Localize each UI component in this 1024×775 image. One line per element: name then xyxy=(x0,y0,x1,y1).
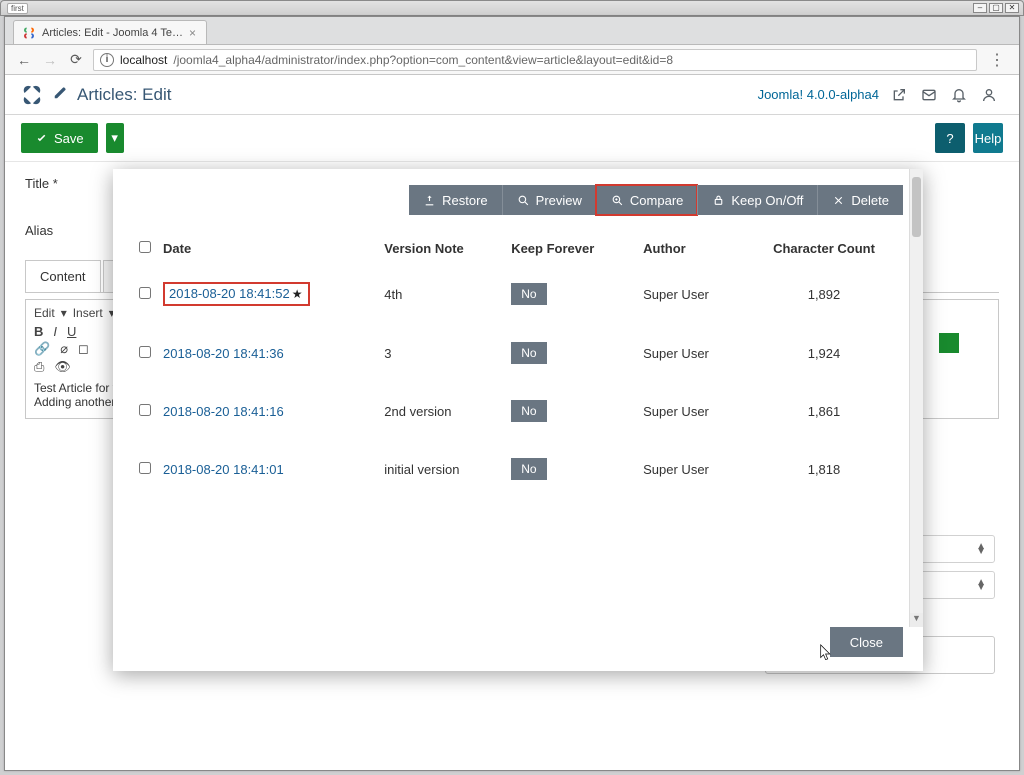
help-button[interactable]: Help xyxy=(973,123,1003,153)
star-icon: ★ xyxy=(292,287,303,301)
print-icon[interactable]: ⎙ xyxy=(34,359,44,375)
table-row: 2018-08-20 18:41:36 3 No Super User 1,92… xyxy=(133,324,903,382)
restore-button[interactable]: Restore xyxy=(409,185,502,215)
preview-button[interactable]: Preview xyxy=(502,185,596,215)
nav-back-button[interactable]: ← xyxy=(15,51,33,69)
version-date-link[interactable]: 2018-08-20 18:41:52 xyxy=(169,286,290,301)
editor-menu-insert[interactable]: Insert xyxy=(73,306,103,320)
delete-button[interactable]: Delete xyxy=(817,185,903,215)
user-icon[interactable] xyxy=(979,85,999,105)
version-author: Super User xyxy=(637,440,745,498)
bell-icon[interactable] xyxy=(949,85,969,105)
version-date-link[interactable]: 2018-08-20 18:41:01 xyxy=(163,462,284,477)
keep-onoff-button[interactable]: Keep On/Off xyxy=(697,185,817,215)
row-checkbox[interactable] xyxy=(139,346,151,358)
partial-green-button[interactable] xyxy=(939,333,959,353)
select-all-checkbox[interactable] xyxy=(139,241,151,253)
unlink-icon[interactable]: ⌀ xyxy=(60,341,68,357)
browser-tab-title: Articles: Edit - Joomla 4 Te… xyxy=(42,27,183,39)
keep-toggle-button[interactable]: No xyxy=(511,400,546,422)
preview-icon[interactable]: 👁 xyxy=(54,359,71,375)
row-checkbox[interactable] xyxy=(139,404,151,416)
char-count: 1,861 xyxy=(745,382,903,440)
os-minimize-button[interactable]: – xyxy=(973,3,987,13)
scroll-thumb[interactable] xyxy=(912,177,921,237)
keep-toggle-button[interactable]: No xyxy=(511,283,546,305)
table-row: 2018-08-20 18:41:52★ 4th No Super User 1… xyxy=(133,264,903,324)
compare-button[interactable]: Compare xyxy=(596,185,697,215)
brand-link[interactable]: Joomla! 4.0.0-alpha4 xyxy=(758,87,879,102)
modal-toolbar: Restore Preview Compare Keep On/Off Dele… xyxy=(133,185,903,215)
page-title: Articles: Edit xyxy=(77,85,171,105)
browser-window: Articles: Edit - Joomla 4 Te… × ← → ⟳ i … xyxy=(4,16,1020,771)
keep-toggle-button[interactable]: No xyxy=(511,458,546,480)
site-info-icon[interactable]: i xyxy=(100,53,114,67)
version-note: initial version xyxy=(378,440,505,498)
underline-icon[interactable]: U xyxy=(67,324,76,339)
version-date-link[interactable]: 2018-08-20 18:41:16 xyxy=(163,404,284,419)
save-dropdown-button[interactable]: ▾ xyxy=(106,123,124,153)
browser-addressbar: ← → ⟳ i localhost /joomla4_alpha4/admini… xyxy=(5,45,1019,75)
browser-menu-icon[interactable]: ⋮ xyxy=(985,50,1009,70)
save-label: Save xyxy=(54,131,84,146)
version-note: 2nd version xyxy=(378,382,505,440)
question-icon: ? xyxy=(946,131,953,146)
close-button[interactable]: Close xyxy=(830,627,903,657)
joomla-logo-icon xyxy=(21,84,43,106)
admin-topbar: Articles: Edit Joomla! 4.0.0-alpha4 xyxy=(5,75,1019,115)
mouse-cursor-icon xyxy=(820,644,834,664)
help-label: Help xyxy=(975,131,1002,146)
version-author: Super User xyxy=(637,324,745,382)
tab-close-icon[interactable]: × xyxy=(189,26,196,40)
joomla-favicon-icon xyxy=(22,26,36,40)
version-author: Super User xyxy=(637,382,745,440)
versions-table: Date Version Note Keep Forever Author Ch… xyxy=(133,233,903,498)
col-keep: Keep Forever xyxy=(505,233,637,264)
help-icon-button[interactable]: ? xyxy=(935,123,965,153)
table-row: 2018-08-20 18:41:01 initial version No S… xyxy=(133,440,903,498)
mail-icon[interactable] xyxy=(919,85,939,105)
modal-footer: Close xyxy=(133,613,903,657)
versions-modal: Restore Preview Compare Keep On/Off Dele… xyxy=(113,169,923,671)
browser-tab[interactable]: Articles: Edit - Joomla 4 Te… × xyxy=(13,20,207,44)
url-field[interactable]: i localhost /joomla4_alpha4/administrato… xyxy=(93,49,977,71)
os-badge: first xyxy=(7,3,28,14)
page-content: Articles: Edit Joomla! 4.0.0-alpha4 Save… xyxy=(5,75,1019,770)
table-row: 2018-08-20 18:41:16 2nd version No Super… xyxy=(133,382,903,440)
link-icon[interactable]: 🔗 xyxy=(34,341,50,357)
os-maximize-button[interactable]: ▢ xyxy=(989,3,1003,13)
os-close-button[interactable]: ✕ xyxy=(1005,3,1019,13)
nav-forward-button[interactable]: → xyxy=(41,51,59,69)
external-link-icon[interactable] xyxy=(889,85,909,105)
char-count: 1,924 xyxy=(745,324,903,382)
tab-content[interactable]: Content xyxy=(25,260,101,292)
action-toolbar: Save ▾ ? Help xyxy=(5,115,1019,162)
col-date: Date xyxy=(157,233,378,264)
char-count: 1,892 xyxy=(745,264,903,324)
version-note: 3 xyxy=(378,324,505,382)
col-count: Character Count xyxy=(745,233,903,264)
url-host: localhost xyxy=(120,53,167,67)
bookmark-icon[interactable]: ◻ xyxy=(78,341,89,357)
version-author: Super User xyxy=(637,264,745,324)
modal-scrollbar[interactable]: ▼ xyxy=(909,169,923,627)
version-date-link[interactable]: 2018-08-20 18:41:36 xyxy=(163,346,284,361)
italic-icon[interactable]: I xyxy=(53,324,57,339)
row-checkbox[interactable] xyxy=(139,462,151,474)
col-note: Version Note xyxy=(378,233,505,264)
version-note: 4th xyxy=(378,264,505,324)
pencil-icon xyxy=(53,86,67,103)
editor-menu-edit[interactable]: Edit xyxy=(34,306,55,320)
save-button[interactable]: Save xyxy=(21,123,98,153)
row-checkbox[interactable] xyxy=(139,287,151,299)
browser-tabstrip: Articles: Edit - Joomla 4 Te… × xyxy=(5,17,1019,45)
col-author: Author xyxy=(637,233,745,264)
os-titlebar: first – ▢ ✕ xyxy=(0,0,1024,16)
url-path: /joomla4_alpha4/administrator/index.php?… xyxy=(173,53,673,67)
keep-toggle-button[interactable]: No xyxy=(511,342,546,364)
scroll-down-icon[interactable]: ▼ xyxy=(910,613,923,627)
nav-reload-button[interactable]: ⟳ xyxy=(67,51,85,69)
char-count: 1,818 xyxy=(745,440,903,498)
bold-icon[interactable]: B xyxy=(34,324,43,339)
